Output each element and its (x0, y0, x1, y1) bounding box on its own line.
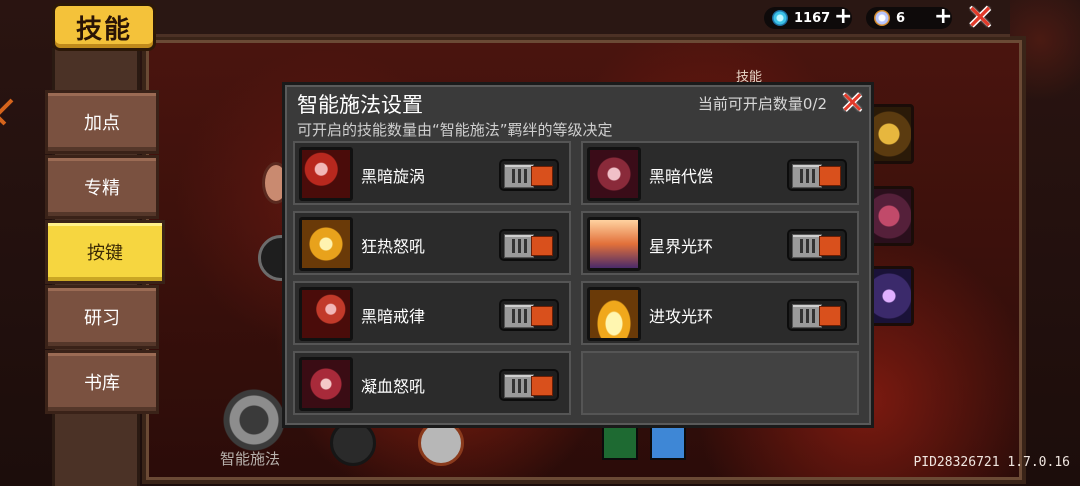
skill-row: 凝血怒吼 (293, 351, 571, 415)
build-id: PID28326721 1.7.0.16 (913, 455, 1070, 470)
skill-name: 星界光环 (649, 237, 714, 256)
tab-add-points[interactable]: 加点 (45, 90, 159, 154)
tab-specialization[interactable]: 专精 (45, 155, 159, 219)
tab-study[interactable]: 研习 (45, 285, 159, 349)
toggle-off-indicator (531, 376, 553, 396)
toggle-knob (504, 374, 534, 398)
skill-name: 凝血怒吼 (361, 377, 426, 396)
skill-row: 黑暗代偿 (581, 141, 859, 205)
skill-name: 狂热怒吼 (361, 237, 426, 256)
leaf-icon[interactable] (602, 424, 638, 460)
dialog-close-icon[interactable]: ✕ (840, 87, 865, 121)
toggle-knob (792, 164, 822, 188)
add-crystals-button[interactable]: + (934, 4, 952, 30)
clock-icon[interactable] (650, 424, 686, 460)
dark-discipline-icon (299, 287, 353, 341)
toggle-off-indicator (819, 236, 841, 256)
gem-count: 1167 (794, 10, 831, 26)
dark-compensation-icon (587, 147, 641, 201)
attack-aura-icon (587, 287, 641, 341)
smart-cast-toggle[interactable] (499, 159, 559, 191)
crystal-count: 6 (896, 10, 906, 26)
skill-row: 星界光环 (581, 211, 859, 275)
page-title: 技能 (52, 3, 156, 51)
smart-cast-toggle[interactable] (499, 229, 559, 261)
smart-cast-toggle[interactable] (787, 229, 847, 261)
tab-keys[interactable]: 按键 (45, 220, 165, 284)
astral-aura-icon (587, 217, 641, 271)
toggle-knob (504, 164, 534, 188)
toggle-off-indicator (819, 166, 841, 186)
toggle-off-indicator (531, 236, 553, 256)
skill-row: 黑暗旋涡 (293, 141, 571, 205)
tab-label: 按键 (87, 243, 123, 264)
skill-name: 进攻光环 (649, 307, 714, 326)
smart-cast-toggle[interactable] (787, 159, 847, 191)
toggle-knob (792, 234, 822, 258)
crystal-icon (874, 10, 890, 26)
tab-label: 专精 (84, 178, 120, 199)
smart-cast-toggle[interactable] (499, 369, 559, 401)
dark-vortex-icon (299, 147, 353, 201)
skill-row: 进攻光环 (581, 281, 859, 345)
dialog-subtitle: 可开启的技能数量由“智能施法”羁绊的等级决定 (297, 121, 613, 139)
gem-icon (772, 10, 788, 26)
toggle-off-indicator (531, 166, 553, 186)
skill-name: 黑暗戒律 (361, 307, 426, 326)
toggle-off-indicator (531, 306, 553, 326)
toggle-knob (504, 304, 534, 328)
toggle-off-indicator (819, 306, 841, 326)
close-icon[interactable]: ✕ (966, 0, 995, 38)
tab-label: 研习 (84, 308, 120, 329)
tab-label: 书库 (84, 373, 120, 394)
skill-row: 狂热怒吼 (293, 211, 571, 275)
smart-cast-toggle[interactable] (499, 299, 559, 331)
fanatic-roar-icon (299, 217, 353, 271)
enabled-count: 当前可开启数量0/2 (697, 95, 827, 113)
toggle-knob (504, 234, 534, 258)
add-gems-button[interactable]: + (834, 4, 852, 30)
smart-cast-toggle[interactable] (787, 299, 847, 331)
skill-name: 黑暗旋涡 (361, 167, 426, 186)
empty-skill-slot (581, 351, 859, 415)
smart-cast-dialog: 智能施法设置 可开启的技能数量由“智能施法”羁绊的等级决定 当前可开启数量0/2… (282, 82, 874, 428)
tab-library[interactable]: 书库 (45, 350, 159, 414)
skill-name: 黑暗代偿 (649, 167, 714, 186)
smart-cast-label: 智能施法 (220, 450, 281, 468)
tab-label: 加点 (84, 113, 120, 134)
skill-row: 黑暗戒律 (293, 281, 571, 345)
gear-icon[interactable] (222, 388, 286, 452)
toggle-knob (792, 304, 822, 328)
dialog-title: 智能施法设置 (297, 93, 423, 117)
blood-roar-icon (299, 357, 353, 411)
